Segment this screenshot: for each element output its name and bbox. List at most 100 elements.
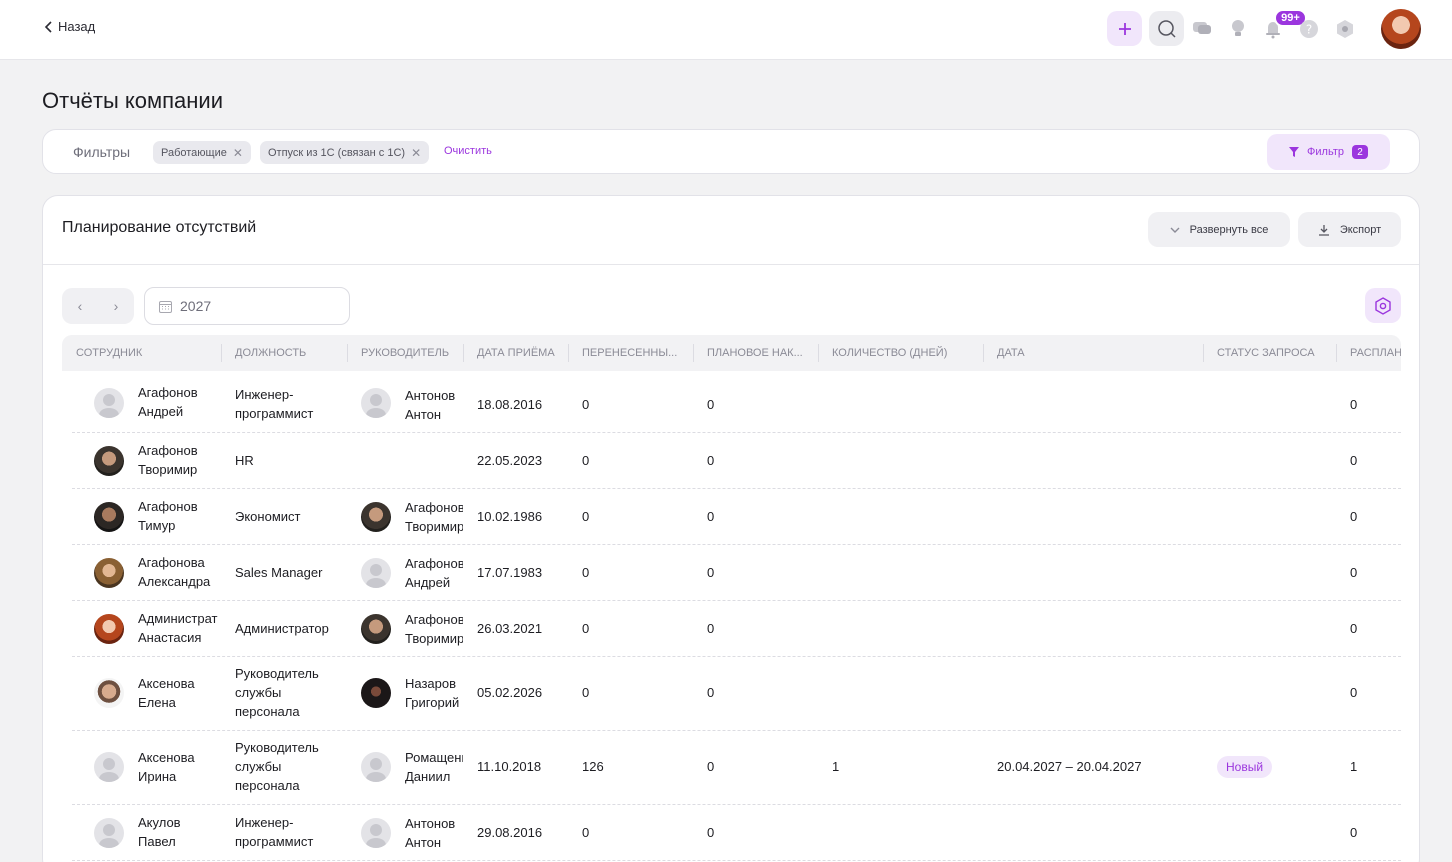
column-planned-accrual[interactable]: Плановое нак... [707,335,807,371]
avatar [361,614,391,644]
employee-name[interactable]: Агафонов Тимур [138,497,226,535]
scheduled: 1 [1350,759,1358,774]
avatar [94,752,124,782]
filter-count-badge: 2 [1351,145,1368,159]
table-row[interactable]: Агафонов Тимур Экономист Агафонов Творимир… [72,489,1401,545]
manager-name[interactable]: Агафонов Андрей [405,554,463,592]
filter-chip-label: Работающие [161,146,227,159]
settings-hex-icon [1375,296,1391,315]
planned-accrual: 0 [707,453,715,468]
page-title: Отчёты компании [42,88,223,113]
column-date[interactable]: Дата [997,335,1147,371]
column-carried-over[interactable]: Перенесенны... [582,335,682,371]
avatar [94,388,124,418]
add-button[interactable] [1107,11,1142,46]
help-button[interactable]: ? [1297,16,1321,42]
manager-name[interactable]: Агафонов Творимир [405,610,463,648]
hire-date: 10.02.1986 [477,509,543,524]
employee-name[interactable]: Аксенова Ирина [138,748,226,786]
column-days-count[interactable]: Количество (дней) [832,335,982,371]
close-icon[interactable]: ✕ [411,146,421,160]
settings-hex-icon [1337,20,1353,38]
close-icon[interactable]: ✕ [233,146,243,160]
employee-name[interactable]: Агафонова Александра [138,553,226,591]
back-label: Назад [58,19,96,34]
svg-text:?: ? [1306,23,1312,37]
avatar [361,818,391,848]
table-row[interactable]: Администрат Анастасия Администратор Агафо… [72,601,1401,657]
manager-name[interactable]: Агафонов Творимир [405,498,463,536]
table-row[interactable]: Агафонов Андрей Инженер-программист Антон… [72,371,1401,433]
employee-name[interactable]: Акулов Павел [138,813,226,851]
search-icon [1157,19,1176,38]
planned-accrual: 0 [707,509,715,524]
filter-chip-working[interactable]: Работающие ✕ [153,141,251,164]
filter-chip-vacation-1c[interactable]: Отпуск из 1С (связан с 1С) ✕ [260,141,430,164]
scheduled: 0 [1350,397,1358,412]
carried-over: 126 [582,759,604,774]
filter-chip-label: Отпуск из 1С (связан с 1С) [268,146,406,159]
hire-date: 11.10.2018 [477,759,542,774]
employee-name[interactable]: Агафонов Творимир [138,441,226,479]
expand-all-button[interactable]: Развернуть все [1148,212,1290,247]
report-card: Планирование отсутствий Развернуть все Э… [42,195,1420,862]
export-button[interactable]: Экспорт [1298,212,1401,247]
report-title: Планирование отсутствий [62,219,257,236]
chevron-right-icon[interactable]: › [101,298,131,314]
manager-name[interactable]: РомащенкоДаниил [405,748,463,786]
carried-over: 0 [582,565,590,580]
planned-accrual: 0 [707,759,715,774]
period-navigation: ‹ › [62,288,134,324]
avatar [361,558,391,588]
table-row[interactable]: Акулов Павел Инженер-программист Антонов А… [72,805,1401,861]
column-position[interactable]: Должность [235,335,345,371]
employee-name[interactable]: Администрат Анастасия [138,609,222,647]
filters-label: Фильтры [73,144,131,160]
avatar [94,446,124,476]
manager-name[interactable]: Антонов Антон [405,386,463,424]
column-employee[interactable]: Сотрудник [76,335,216,371]
carried-over: 0 [582,825,590,840]
carried-over: 0 [582,621,590,636]
column-request-status[interactable]: Статус запроса [1217,335,1327,371]
status-badge[interactable]: Новый [1217,756,1273,778]
report-header: Планирование отсутствий Развернуть все Э… [43,196,1419,265]
employee-name[interactable]: Аксенова Елена [138,674,226,712]
expand-all-label: Развернуть все [1189,223,1269,236]
planned-accrual: 0 [707,621,715,636]
avatar [94,502,124,532]
column-scheduled[interactable]: Распланир [1350,335,1401,371]
position: Инженер-программист [235,815,314,849]
scheduled: 0 [1350,509,1358,524]
table-row[interactable]: Аксенова Ирина Руководитель службы персонал… [72,731,1401,805]
hire-date: 18.08.2016 [477,397,543,412]
table-row[interactable]: Аксенова Елена Руководитель службы персонал… [72,657,1401,731]
help-icon: ? [1300,20,1318,38]
carried-over: 0 [582,453,590,468]
position: Руководитель службы персонала [235,666,319,719]
user-avatar[interactable] [1381,9,1421,49]
clear-filters-link[interactable]: Очистить [444,145,492,157]
chevron-left-icon[interactable]: ‹ [65,298,95,314]
column-hire-date[interactable]: Дата приёма [477,335,569,371]
filter-button[interactable]: Фильтр 2 [1267,134,1390,170]
manager-name[interactable]: Антонов Антон [405,814,463,852]
calendar-icon [159,300,172,313]
column-manager[interactable]: Руководитель [361,335,461,371]
table-row[interactable]: Агафонов Творимир HR 22.05.2023 0 0 0 [72,433,1401,489]
avatar [94,818,124,848]
year-picker[interactable]: 2027 [144,287,350,325]
planned-accrual: 0 [707,565,715,580]
chat-icon [1193,22,1211,34]
table-row[interactable]: Агафонова Александра Sales Manager Агафон… [72,545,1401,601]
hire-date: 05.02.2026 [477,685,543,700]
settings-button[interactable] [1333,16,1357,42]
manager-name[interactable]: Назаров Григорий [405,674,463,712]
search-button[interactable] [1149,11,1184,46]
back-link[interactable]: Назад [44,19,95,34]
chat-button[interactable] [1190,16,1214,42]
table-settings-button[interactable] [1365,288,1401,323]
ideas-button[interactable] [1226,16,1250,42]
year-value: 2027 [180,298,212,314]
employee-name[interactable]: Агафонов Андрей [138,383,226,421]
